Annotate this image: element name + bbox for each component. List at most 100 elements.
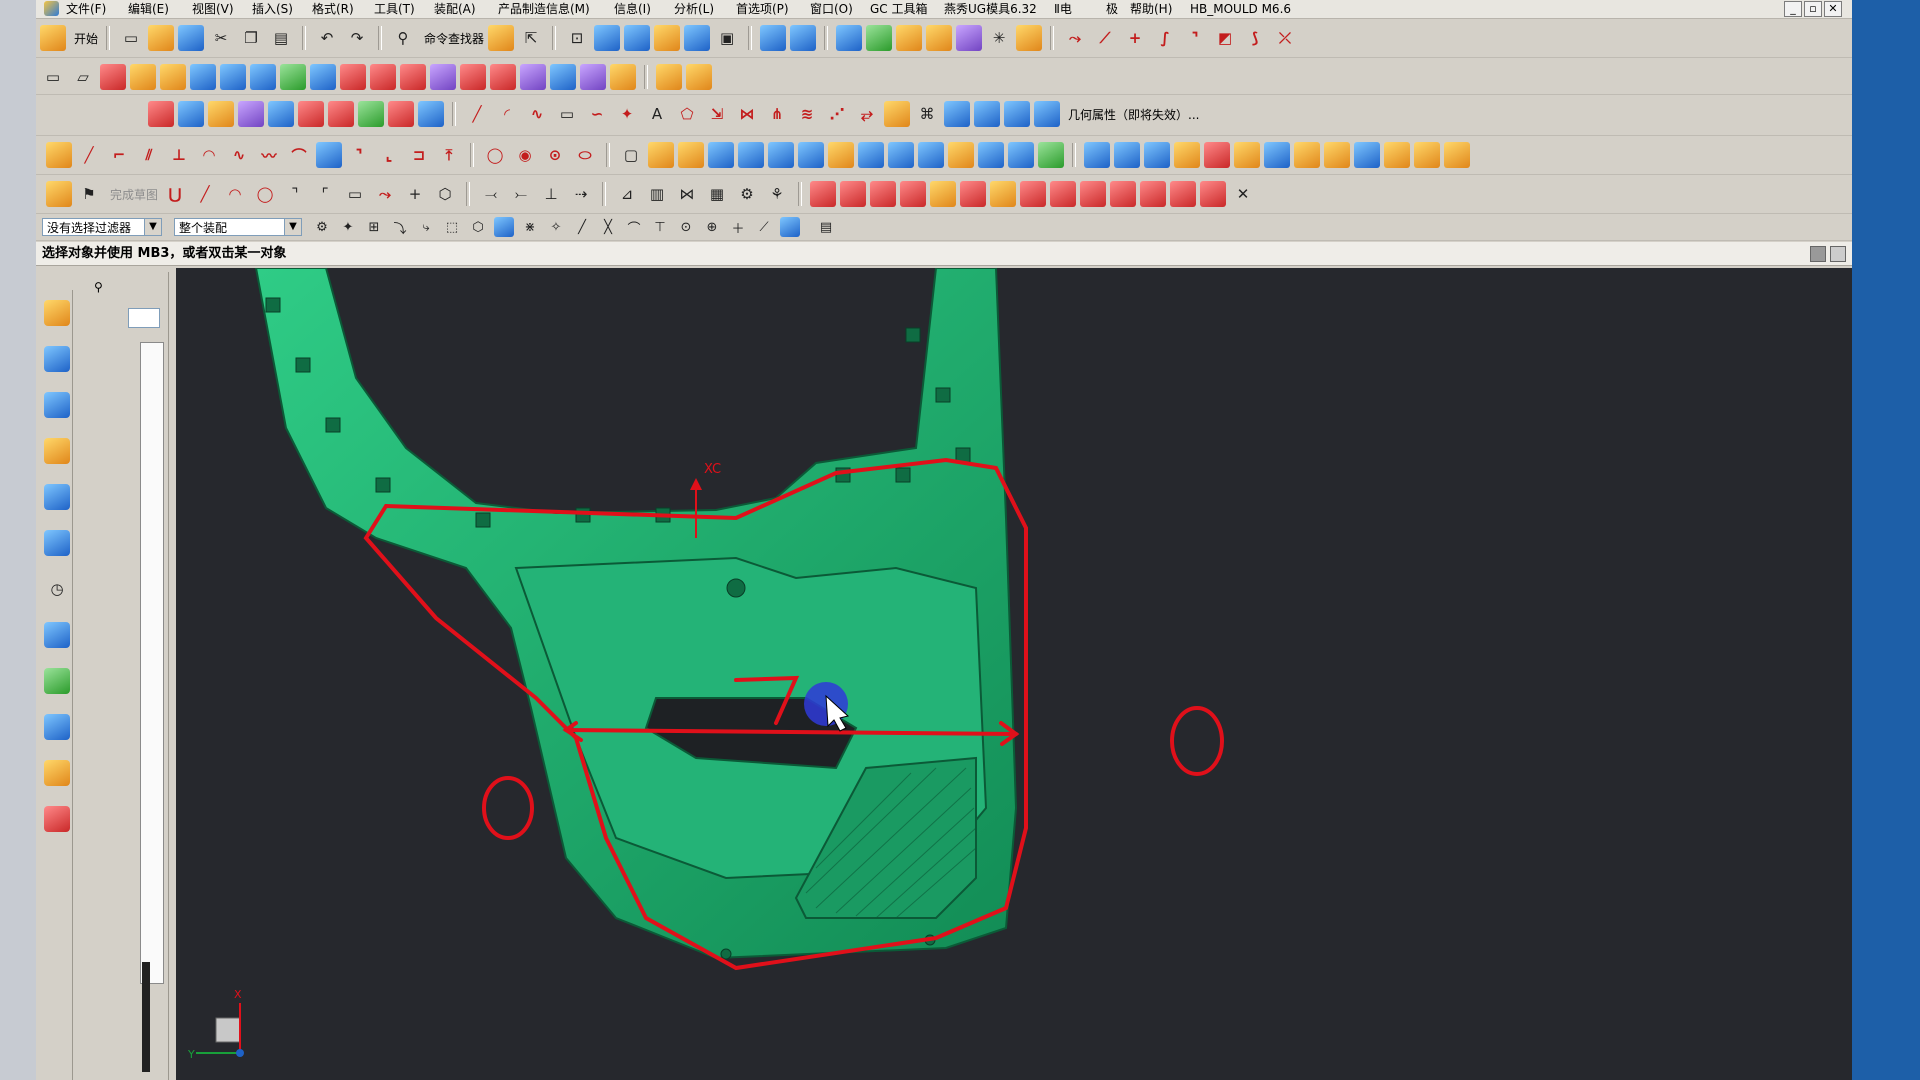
auto-constrain-icon[interactable]: ⚙ bbox=[734, 181, 760, 207]
patch-icon[interactable] bbox=[340, 64, 366, 90]
geometry-props-label[interactable]: 几何属性（即将失效）... bbox=[1068, 106, 1199, 123]
menu-hb-mould[interactable]: HB_MOULD M6.6 bbox=[1186, 0, 1295, 18]
wrap-geometry-icon[interactable] bbox=[1264, 142, 1290, 168]
snap-tangent-icon[interactable]: ⊤ bbox=[650, 217, 670, 237]
mold-base-icon[interactable] bbox=[1020, 181, 1047, 207]
layer-icon[interactable] bbox=[654, 25, 681, 51]
constraints-icon[interactable]: ▦ bbox=[704, 181, 730, 207]
ejector-pin-icon[interactable] bbox=[1080, 181, 1107, 207]
snap-bounded-grid-icon[interactable] bbox=[780, 217, 800, 237]
trim-body-icon[interactable] bbox=[388, 101, 414, 127]
through-curves-icon[interactable] bbox=[190, 64, 216, 90]
snap-point-on-face-icon[interactable]: ⟋ bbox=[754, 217, 774, 237]
n-sided-surface-icon[interactable] bbox=[280, 64, 306, 90]
snap-control-point-icon[interactable]: ╱ bbox=[572, 217, 592, 237]
show-constraints-icon[interactable]: ⚘ bbox=[764, 181, 790, 207]
offset-sketch-icon[interactable]: ⊿ bbox=[614, 181, 640, 207]
thicken-icon[interactable] bbox=[1204, 142, 1230, 168]
extend-curve-icon[interactable]: ⟆ bbox=[1242, 25, 1268, 51]
thread-icon[interactable] bbox=[1008, 142, 1034, 168]
shape-surface-icon[interactable] bbox=[580, 64, 606, 90]
text-icon[interactable]: A bbox=[644, 101, 670, 127]
sketch-arc-icon[interactable]: ◠ bbox=[196, 142, 222, 168]
menu-insert[interactable]: 插入(S) bbox=[248, 0, 297, 18]
chevron-down-icon[interactable]: ▼ bbox=[144, 219, 161, 235]
feature-selection-icon[interactable]: ✦ bbox=[338, 217, 358, 237]
revolve-icon[interactable] bbox=[678, 142, 704, 168]
save-icon[interactable] bbox=[178, 25, 205, 51]
menu-window[interactable]: 窗口(O) bbox=[806, 0, 857, 18]
transform-icon[interactable] bbox=[790, 25, 817, 51]
parallel-line-icon[interactable]: ⫽ bbox=[136, 142, 162, 168]
menu-preferences[interactable]: 首选项(P) bbox=[732, 0, 793, 18]
command-finder-label[interactable]: 命令查找器 bbox=[424, 30, 484, 47]
sketch-line-icon[interactable]: ╱ bbox=[76, 142, 102, 168]
sketch-rectangle-icon[interactable]: ▭ bbox=[342, 181, 368, 207]
curve-length-icon[interactable] bbox=[1004, 101, 1030, 127]
sketch-point-icon[interactable]: + bbox=[402, 181, 428, 207]
menu-tools[interactable]: 工具(T) bbox=[370, 0, 419, 18]
chevron-down-icon[interactable]: ▼ bbox=[284, 219, 301, 235]
sketch-arc2-icon[interactable]: ◠ bbox=[222, 181, 248, 207]
derived-line-icon[interactable]: ⇢ bbox=[568, 181, 594, 207]
binoculars-icon[interactable]: ⚲ bbox=[390, 25, 416, 51]
navigator-tree[interactable] bbox=[140, 342, 164, 984]
curve-icon[interactable]: ∽ bbox=[584, 101, 610, 127]
emboss-icon[interactable] bbox=[1038, 142, 1064, 168]
redo-icon[interactable]: ↷ bbox=[344, 25, 370, 51]
arc-icon[interactable]: ◜ bbox=[494, 101, 520, 127]
open-folder-icon[interactable] bbox=[148, 25, 175, 51]
instance-icon[interactable] bbox=[1384, 142, 1410, 168]
geometry-props-icon[interactable] bbox=[1034, 101, 1060, 127]
move-object-icon[interactable] bbox=[760, 25, 787, 51]
cone-icon[interactable] bbox=[768, 142, 794, 168]
split-body-icon[interactable] bbox=[418, 101, 444, 127]
sketch-profile-icon[interactable]: ⋃ bbox=[162, 181, 188, 207]
extract-curve-icon[interactable] bbox=[884, 101, 910, 127]
sheet-to-solid-icon[interactable] bbox=[1444, 142, 1470, 168]
studio-surface-icon[interactable] bbox=[250, 64, 276, 90]
web-browser-icon[interactable] bbox=[44, 484, 70, 510]
boss-icon[interactable] bbox=[828, 142, 854, 168]
process-studio-icon[interactable] bbox=[44, 668, 70, 694]
mold-csys-icon[interactable] bbox=[840, 181, 867, 207]
ellipse-icon[interactable]: ⬭ bbox=[572, 142, 598, 168]
spline-icon[interactable]: ∿ bbox=[524, 101, 550, 127]
model-scene[interactable]: XC X Y bbox=[176, 268, 1852, 1080]
isoparametric-icon[interactable]: ≋ bbox=[794, 101, 820, 127]
sketch-circle-icon[interactable]: ◯ bbox=[252, 181, 278, 207]
perpendicular-icon[interactable]: ⊥ bbox=[166, 142, 192, 168]
cut-icon[interactable]: ✂ bbox=[208, 25, 234, 51]
extrude-icon[interactable] bbox=[648, 142, 674, 168]
cooling-icon[interactable] bbox=[1200, 181, 1227, 207]
select-all-icon[interactable]: ⊞ bbox=[364, 217, 384, 237]
nx-app-icon[interactable] bbox=[44, 1, 59, 16]
intersection-icon[interactable]: + bbox=[1122, 25, 1148, 51]
sketch-polygon-icon[interactable]: ⬡ bbox=[432, 181, 458, 207]
sketch-chamfer-icon[interactable]: ⌞ bbox=[376, 142, 402, 168]
sphere-icon[interactable] bbox=[358, 101, 384, 127]
sketch-studio-spline-icon[interactable]: ⤳ bbox=[372, 181, 398, 207]
trim-curve-icon[interactable]: ⟋ bbox=[1092, 25, 1118, 51]
pocket-icon[interactable] bbox=[858, 142, 884, 168]
snap-existing-point-icon[interactable]: ⊕ bbox=[702, 217, 722, 237]
snap-arc-center-icon[interactable]: ⌒ bbox=[624, 217, 644, 237]
edge-blend-icon[interactable] bbox=[148, 101, 174, 127]
subtract-icon[interactable] bbox=[1114, 142, 1140, 168]
offset-face-icon[interactable] bbox=[238, 101, 264, 127]
polygon-icon[interactable]: ⬠ bbox=[674, 101, 700, 127]
wrap-curve-icon[interactable] bbox=[974, 101, 1000, 127]
block-icon[interactable] bbox=[708, 142, 734, 168]
surface-grid-icon[interactable] bbox=[100, 64, 126, 90]
replace-face-icon[interactable] bbox=[268, 101, 294, 127]
snap-endpoint-icon[interactable]: ⋇ bbox=[520, 217, 540, 237]
move-face-icon[interactable] bbox=[328, 101, 354, 127]
law-extension-icon[interactable] bbox=[400, 64, 426, 90]
chamfer-curve-icon[interactable]: ◩ bbox=[1212, 25, 1238, 51]
offset-curve-icon[interactable]: ⤳ bbox=[1062, 25, 1088, 51]
resize-face-icon[interactable] bbox=[1324, 142, 1350, 168]
draft-icon[interactable] bbox=[208, 101, 234, 127]
roles-icon[interactable] bbox=[44, 760, 70, 786]
quick-extend-icon[interactable]: ⤒ bbox=[436, 142, 462, 168]
face-blend-icon[interactable] bbox=[178, 101, 204, 127]
